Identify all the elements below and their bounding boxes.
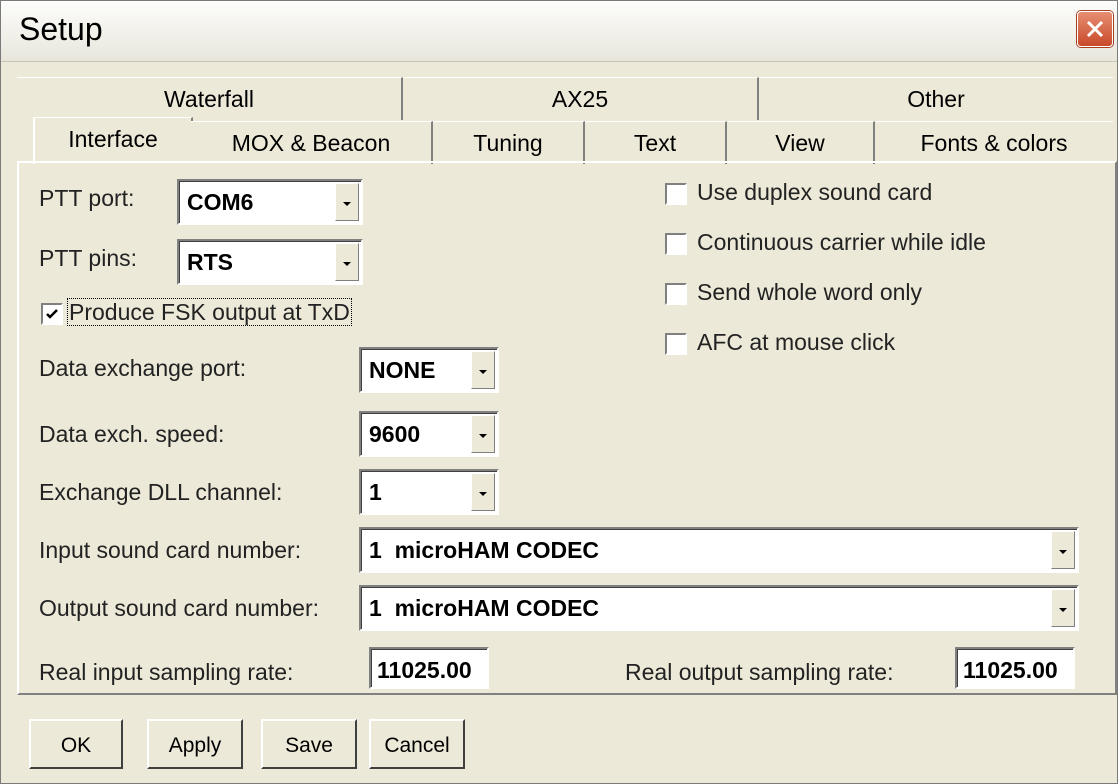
output-card-label: Output sound card number: bbox=[39, 595, 319, 621]
ptt-pins-label: PTT pins: bbox=[39, 245, 137, 271]
chevron-down-icon[interactable] bbox=[471, 473, 495, 511]
input-card-select[interactable]: 1 microHAM CODEC bbox=[359, 527, 1079, 573]
tab-interface[interactable]: Interface bbox=[33, 117, 193, 164]
exchange-speed-value: 9600 bbox=[369, 421, 421, 447]
chevron-down-icon[interactable] bbox=[471, 351, 495, 389]
output-card-value: 1 microHAM CODEC bbox=[369, 595, 600, 621]
chevron-down-icon[interactable] bbox=[1051, 589, 1075, 627]
carrier-checkbox[interactable] bbox=[665, 233, 687, 255]
window-title: Setup bbox=[19, 11, 103, 47]
afc-checkbox[interactable] bbox=[665, 333, 687, 355]
setup-dialog: Setup Waterfall AX25 Other Interface MOX… bbox=[0, 0, 1118, 784]
output-card-select[interactable]: 1 microHAM CODEC bbox=[359, 585, 1079, 631]
ptt-pins-select[interactable]: RTS bbox=[177, 239, 363, 285]
exchange-port-value: NONE bbox=[369, 357, 436, 383]
ptt-port-value: COM6 bbox=[187, 189, 254, 215]
input-card-label: Input sound card number: bbox=[39, 537, 302, 563]
tab-view[interactable]: View bbox=[727, 121, 875, 164]
carrier-label: Continuous carrier while idle bbox=[697, 229, 986, 255]
fsk-label[interactable]: Produce FSK output at TxD bbox=[67, 298, 352, 326]
exchange-speed-select[interactable]: 9600 bbox=[359, 411, 499, 457]
apply-button[interactable]: Apply bbox=[147, 719, 243, 769]
input-rate-label: Real input sampling rate: bbox=[39, 659, 294, 685]
duplex-checkbox[interactable] bbox=[665, 183, 687, 205]
output-rate-label: Real output sampling rate: bbox=[625, 659, 894, 685]
afc-label: AFC at mouse click bbox=[697, 329, 896, 355]
input-card-value: 1 microHAM CODEC bbox=[369, 537, 600, 563]
checkmark-icon bbox=[46, 309, 58, 319]
chevron-down-icon[interactable] bbox=[1051, 531, 1075, 569]
output-rate-field[interactable]: 11025.00 bbox=[955, 647, 1075, 689]
dll-channel-label: Exchange DLL channel: bbox=[39, 479, 283, 505]
exchange-port-label: Data exchange port: bbox=[39, 355, 247, 381]
tab-other[interactable]: Other bbox=[759, 77, 1113, 120]
whole-word-label: Send whole word only bbox=[697, 279, 923, 305]
fsk-checkbox[interactable] bbox=[41, 303, 63, 325]
chevron-down-icon[interactable] bbox=[335, 243, 359, 281]
tab-fonts-colors[interactable]: Fonts & colors bbox=[875, 121, 1113, 164]
whole-word-checkbox[interactable] bbox=[665, 283, 687, 305]
dll-channel-value: 1 bbox=[369, 479, 382, 505]
dll-channel-select[interactable]: 1 bbox=[359, 469, 499, 515]
chevron-down-icon[interactable] bbox=[471, 415, 495, 453]
ptt-port-label: PTT port: bbox=[39, 185, 135, 211]
duplex-label: Use duplex sound card bbox=[697, 179, 933, 205]
tab-ax25[interactable]: AX25 bbox=[403, 77, 759, 120]
cancel-button[interactable]: Cancel bbox=[369, 719, 465, 769]
exchange-port-select[interactable]: NONE bbox=[359, 347, 499, 393]
tab-tuning[interactable]: Tuning bbox=[433, 121, 585, 164]
ok-button[interactable]: OK bbox=[29, 719, 123, 769]
ptt-port-select[interactable]: COM6 bbox=[177, 179, 363, 225]
chevron-down-icon[interactable] bbox=[335, 183, 359, 221]
exchange-speed-label: Data exch. speed: bbox=[39, 421, 225, 447]
close-icon bbox=[1086, 20, 1104, 38]
input-rate-field[interactable]: 11025.00 bbox=[369, 647, 489, 689]
close-button[interactable] bbox=[1077, 11, 1113, 47]
tab-waterfall[interactable]: Waterfall bbox=[17, 77, 403, 120]
save-button[interactable]: Save bbox=[261, 719, 357, 769]
title-bar[interactable]: Setup bbox=[1, 1, 1117, 62]
tab-mox-beacon[interactable]: MOX & Beacon bbox=[191, 121, 433, 164]
ptt-pins-value: RTS bbox=[187, 249, 233, 275]
tab-text[interactable]: Text bbox=[585, 121, 727, 164]
